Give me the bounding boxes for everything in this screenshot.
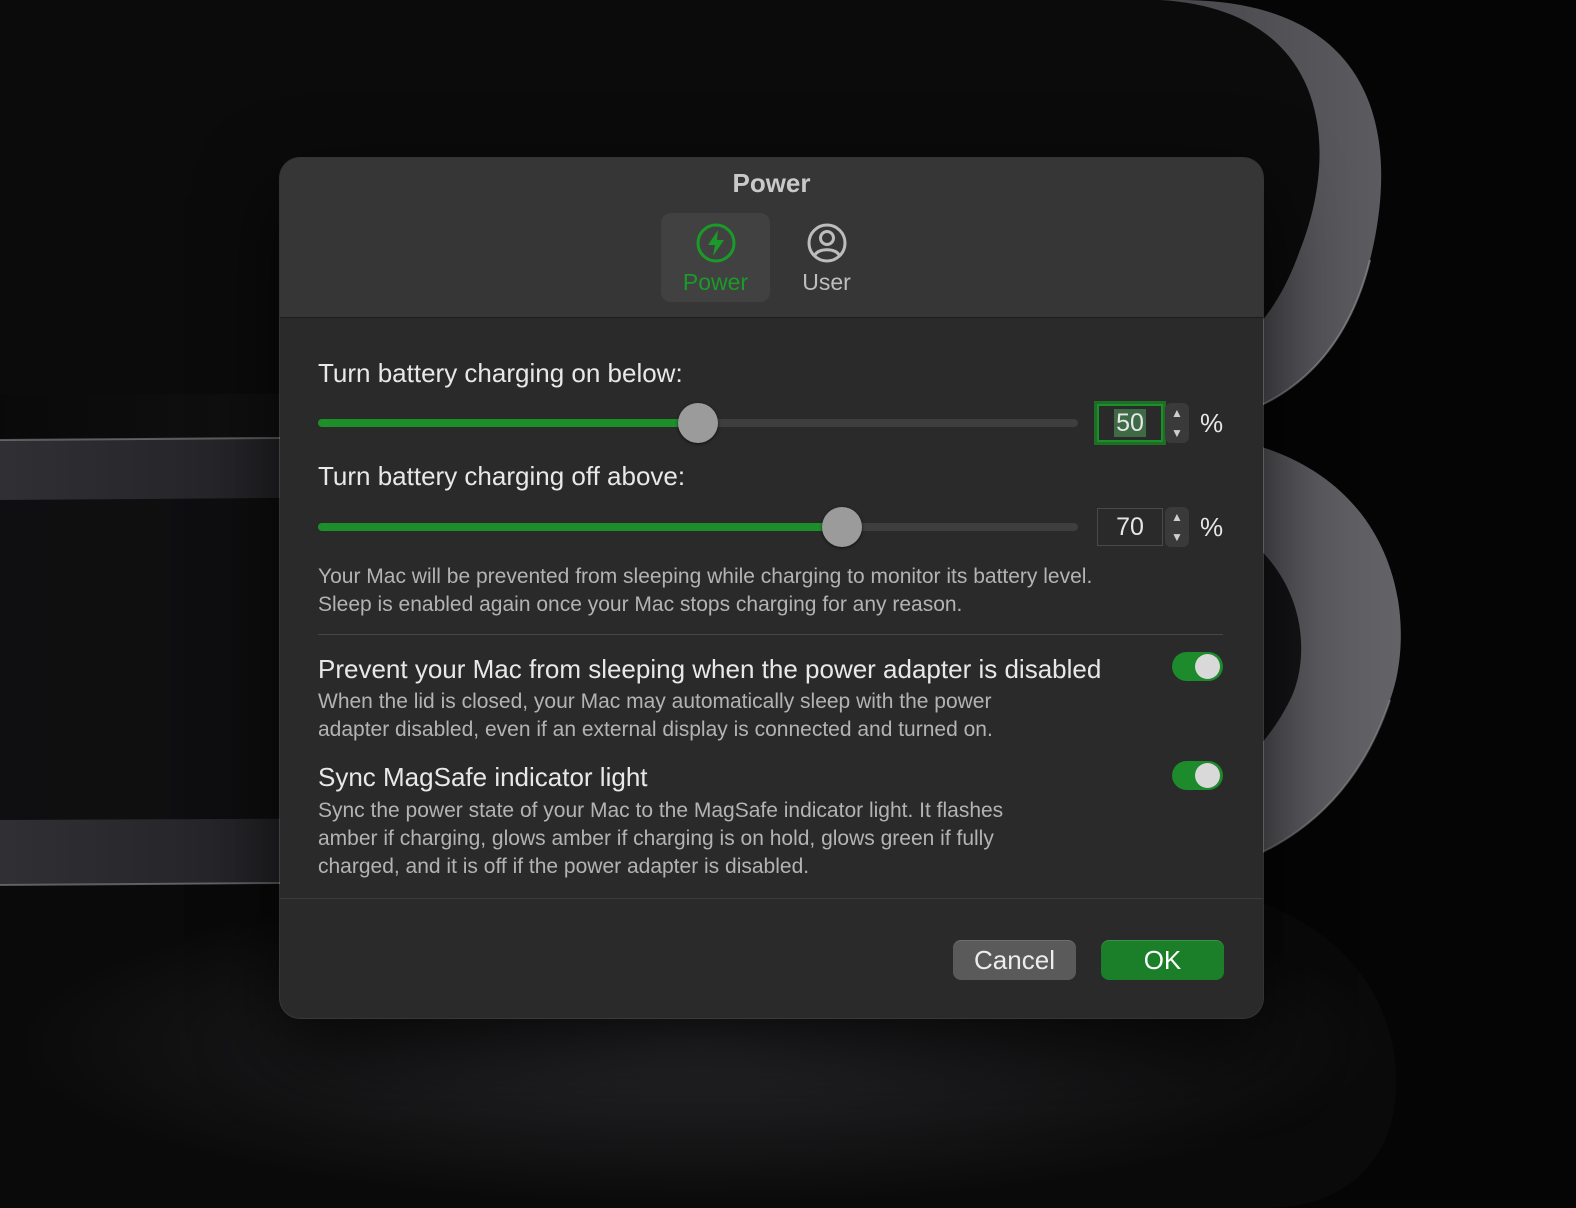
prevent-sleep-toggle[interactable] — [1172, 652, 1223, 681]
charge-on-below-label: Turn battery charging on below: — [318, 358, 683, 388]
charge-off-above-field[interactable]: 70 — [1097, 508, 1163, 546]
charge-off-above-unit: % — [1200, 512, 1224, 542]
charge-off-above-label: Turn battery charging off above: — [318, 461, 686, 491]
prevent-sleep-description: When the lid is closed, your Mac may aut… — [318, 688, 1208, 744]
description-line: adapter disabled, even if an external di… — [318, 718, 993, 741]
lightning-bolt-icon — [696, 223, 736, 263]
user-circle-icon — [807, 223, 847, 263]
charge-on-below-value: 50 — [1114, 409, 1146, 437]
charge-off-above-value: 70 — [1116, 513, 1144, 541]
slider-thumb[interactable] — [678, 403, 718, 443]
charging-note: Your Mac will be prevented from sleeping… — [318, 563, 1208, 619]
charge-on-below-unit: % — [1200, 408, 1224, 438]
ok-button[interactable]: OK — [1101, 940, 1224, 980]
magsafe-toggle[interactable] — [1172, 761, 1223, 790]
toggle-knob — [1195, 654, 1220, 679]
charge-on-below-slider[interactable] — [318, 403, 1078, 443]
tab-power-label: Power — [682, 269, 749, 295]
dialog-footer: Cancel OK — [280, 898, 1263, 1018]
window-toolbar: Power Power User — [280, 158, 1263, 318]
charge-off-above-stepper[interactable]: ▲ ▼ — [1165, 507, 1189, 547]
description-line: Sync the power state of your Mac to the … — [318, 799, 1004, 822]
slider-fill — [318, 523, 842, 531]
tab-user[interactable]: User — [772, 213, 881, 302]
window-title: Power — [732, 168, 811, 198]
chevron-down-icon[interactable]: ▼ — [1165, 527, 1189, 547]
description-line: charged, and it is off if the power adap… — [318, 855, 810, 878]
tab-power[interactable]: Power — [661, 213, 770, 302]
chevron-up-icon[interactable]: ▲ — [1165, 507, 1189, 527]
prevent-sleep-title: Prevent your Mac from sleeping when the … — [318, 654, 1102, 684]
tab-user-label: User — [802, 269, 851, 295]
charging-note-line: Sleep is enabled again once your Mac sto… — [318, 593, 963, 616]
section-divider — [318, 634, 1223, 635]
toggle-knob — [1195, 763, 1220, 788]
chevron-down-icon[interactable]: ▼ — [1165, 423, 1189, 443]
slider-thumb[interactable] — [822, 507, 862, 547]
charge-on-below-stepper[interactable]: ▲ ▼ — [1165, 403, 1189, 443]
power-settings-content: Turn battery charging on below: 50 ▲ ▼ %… — [280, 318, 1263, 898]
description-line: amber if charging, glows amber if chargi… — [318, 827, 994, 850]
charging-note-line: Your Mac will be prevented from sleeping… — [318, 565, 1093, 588]
magsafe-description: Sync the power state of your Mac to the … — [318, 797, 1208, 881]
magsafe-title: Sync MagSafe indicator light — [318, 762, 648, 792]
slider-fill — [318, 419, 698, 427]
charge-off-above-slider[interactable] — [318, 507, 1078, 547]
power-settings-window: Power Power User Turn battery charging o… — [280, 158, 1263, 1018]
cancel-button[interactable]: Cancel — [953, 940, 1076, 980]
charge-on-below-field[interactable]: 50 — [1097, 404, 1163, 442]
chevron-up-icon[interactable]: ▲ — [1165, 403, 1189, 423]
description-line: When the lid is closed, your Mac may aut… — [318, 690, 992, 713]
